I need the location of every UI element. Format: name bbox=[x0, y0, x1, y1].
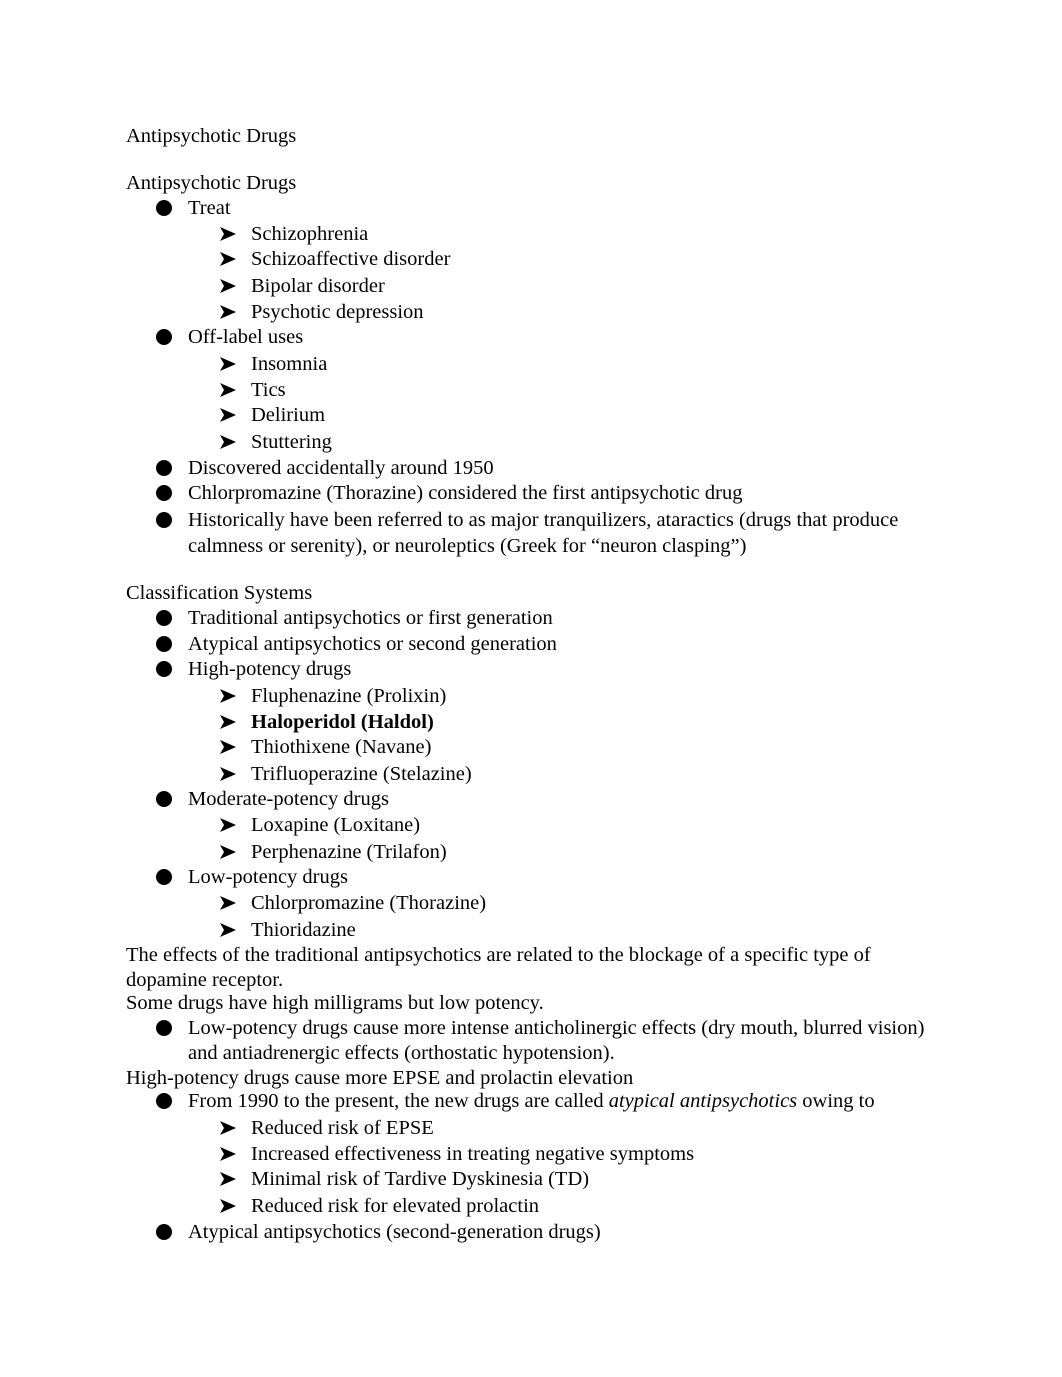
list-item: High-potency drugs bbox=[188, 658, 352, 680]
list-item: From 1990 to the present, the new drugs … bbox=[188, 1089, 875, 1113]
bullet-icon bbox=[156, 1224, 172, 1240]
list-subitem: Thiothixene (Navane) bbox=[251, 736, 432, 758]
list-subitem: Schizoaffective disorder bbox=[251, 248, 451, 270]
arrow-bullet-icon bbox=[220, 896, 236, 910]
list-subitem: Bipolar disorder bbox=[251, 275, 385, 297]
list-subitem: Delirium bbox=[251, 404, 326, 426]
bullet-icon bbox=[156, 1093, 172, 1109]
arrow-bullet-icon bbox=[220, 923, 236, 937]
list-subitem: Trifluoperazine (Stelazine) bbox=[251, 763, 472, 785]
arrow-bullet-icon bbox=[220, 383, 236, 397]
list-item: Traditional antipsychotics or first gene… bbox=[188, 607, 553, 629]
list-item: Off-label uses bbox=[188, 326, 304, 348]
bullet-icon bbox=[156, 329, 172, 345]
paragraph-continuation: dopamine receptor. bbox=[126, 969, 284, 991]
list-item: Historically have been referred to as ma… bbox=[188, 509, 899, 531]
bullet-icon bbox=[156, 485, 172, 501]
arrow-bullet-icon bbox=[220, 818, 236, 832]
list-subitem: Minimal risk of Tardive Dyskinesia (TD) bbox=[251, 1168, 590, 1190]
arrow-bullet-icon bbox=[220, 845, 236, 859]
arrow-bullet-icon bbox=[220, 1121, 236, 1135]
list-item: Moderate-potency drugs bbox=[188, 788, 389, 810]
section-heading: Antipsychotic Drugs bbox=[126, 172, 297, 194]
section-heading: Classification Systems bbox=[126, 582, 313, 604]
list-subitem: Fluphenazine (Prolixin) bbox=[251, 685, 447, 707]
arrow-bullet-icon bbox=[220, 1147, 236, 1161]
bullet-icon bbox=[156, 791, 172, 807]
arrow-bullet-icon bbox=[220, 227, 236, 241]
list-subitem: Loxapine (Loxitane) bbox=[251, 814, 421, 836]
list-subitem-bold: Haloperidol (Haldol) bbox=[251, 711, 434, 733]
list-item: Low-potency drugs bbox=[188, 866, 348, 888]
list-item: Atypical antipsychotics (second-generati… bbox=[188, 1221, 601, 1243]
paragraph: High-potency drugs cause more EPSE and p… bbox=[126, 1067, 634, 1089]
list-item-continuation: calmness or serenity), or neuroleptics (… bbox=[188, 535, 747, 557]
arrow-bullet-icon bbox=[220, 767, 236, 781]
list-item: Discovered accidentally around 1950 bbox=[188, 457, 494, 479]
list-subitem: Schizophrenia bbox=[251, 223, 369, 245]
bullet-icon bbox=[156, 869, 172, 885]
list-item: Treat bbox=[188, 197, 231, 219]
document-page: Antipsychotic Drugs Antipsychotic Drugs … bbox=[0, 0, 1062, 1377]
bullet-icon bbox=[156, 460, 172, 476]
document-title: Antipsychotic Drugs bbox=[126, 125, 297, 147]
list-subitem: Increased effectiveness in treating nega… bbox=[251, 1143, 695, 1165]
arrow-bullet-icon bbox=[220, 305, 236, 319]
list-subitem: Thioridazine bbox=[251, 919, 356, 941]
arrow-bullet-icon bbox=[220, 1172, 236, 1186]
bullet-icon bbox=[156, 200, 172, 216]
bullet-icon bbox=[156, 661, 172, 677]
list-subitem: Psychotic depression bbox=[251, 301, 424, 323]
list-subitem: Stuttering bbox=[251, 431, 332, 453]
italic-term: atypical antipsychotics bbox=[608, 1090, 798, 1112]
arrow-bullet-icon bbox=[220, 408, 236, 422]
paragraph: Some drugs have high milligrams but low … bbox=[126, 992, 544, 1014]
list-subitem: Tics bbox=[251, 379, 286, 401]
arrow-bullet-icon bbox=[220, 252, 236, 266]
list-item: Low-potency drugs cause more intense ant… bbox=[188, 1017, 925, 1039]
arrow-bullet-icon bbox=[220, 715, 236, 729]
list-subitem: Insomnia bbox=[251, 353, 328, 375]
list-subitem: Chlorpromazine (Thorazine) bbox=[251, 892, 487, 914]
bullet-icon bbox=[156, 610, 172, 626]
bullet-icon bbox=[156, 636, 172, 652]
text-run: owing to bbox=[797, 1090, 875, 1112]
arrow-bullet-icon bbox=[220, 689, 236, 703]
list-item: Chlorpromazine (Thorazine) considered th… bbox=[188, 482, 743, 504]
arrow-bullet-icon bbox=[220, 279, 236, 293]
bullet-icon bbox=[156, 512, 172, 528]
text-run: From 1990 to the present, the new drugs … bbox=[188, 1090, 609, 1112]
paragraph: The effects of the traditional antipsych… bbox=[126, 944, 871, 966]
list-item: Atypical antipsychotics or second genera… bbox=[188, 633, 557, 655]
list-subitem: Perphenazine (Trilafon) bbox=[251, 841, 447, 863]
arrow-bullet-icon bbox=[220, 357, 236, 371]
arrow-bullet-icon bbox=[220, 435, 236, 449]
bullet-icon bbox=[156, 1020, 172, 1036]
list-item-continuation: and antiadrenergic effects (orthostatic … bbox=[188, 1042, 615, 1064]
arrow-bullet-icon bbox=[220, 740, 236, 754]
list-subitem: Reduced risk of EPSE bbox=[251, 1117, 434, 1139]
arrow-bullet-icon bbox=[220, 1199, 236, 1213]
list-subitem: Reduced risk for elevated prolactin bbox=[251, 1195, 540, 1217]
